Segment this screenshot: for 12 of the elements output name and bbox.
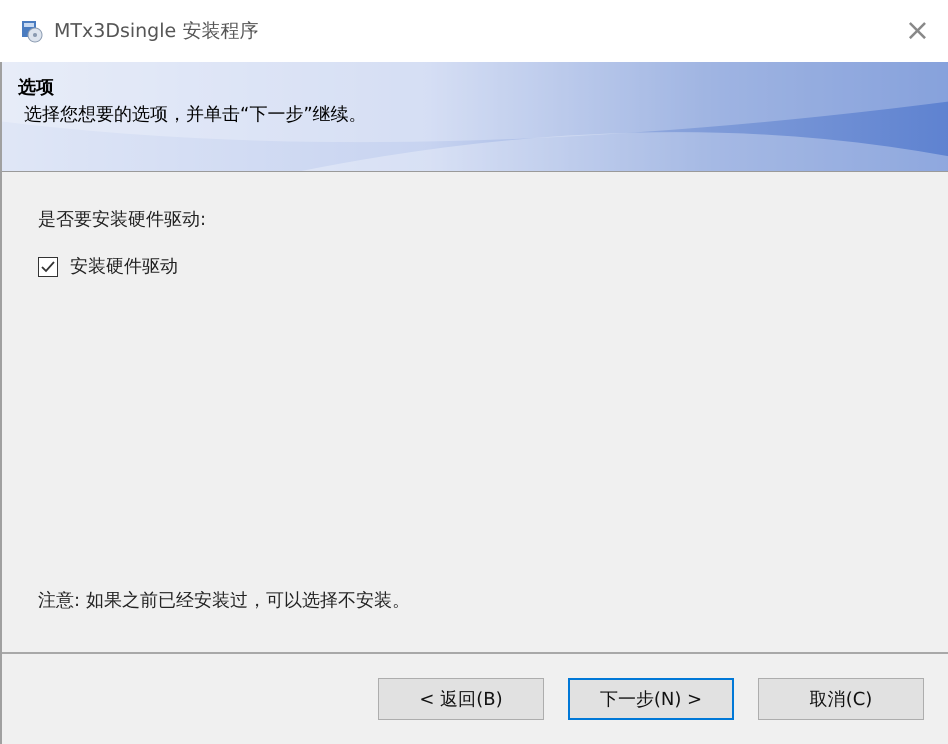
window-title: MTx3Dsingle 安装程序	[54, 18, 258, 44]
header-subtitle: 选择您想要的选项，并单击“下一步”继续。	[24, 103, 368, 127]
next-button[interactable]: 下一步(N) >	[568, 678, 734, 720]
header-title: 选项	[18, 76, 55, 100]
installer-icon	[20, 19, 44, 43]
note-text: 注意: 如果之前已经安装过，可以选择不安装。	[38, 589, 411, 613]
close-button[interactable]: ×	[900, 16, 934, 46]
checkbox-label[interactable]: 安装硬件驱动	[70, 253, 178, 280]
question-label: 是否要安装硬件驱动:	[38, 208, 208, 232]
back-button[interactable]: < 返回(B)	[378, 678, 544, 720]
cancel-button[interactable]: 取消(C)	[758, 678, 924, 720]
checkbox[interactable]	[38, 256, 58, 276]
